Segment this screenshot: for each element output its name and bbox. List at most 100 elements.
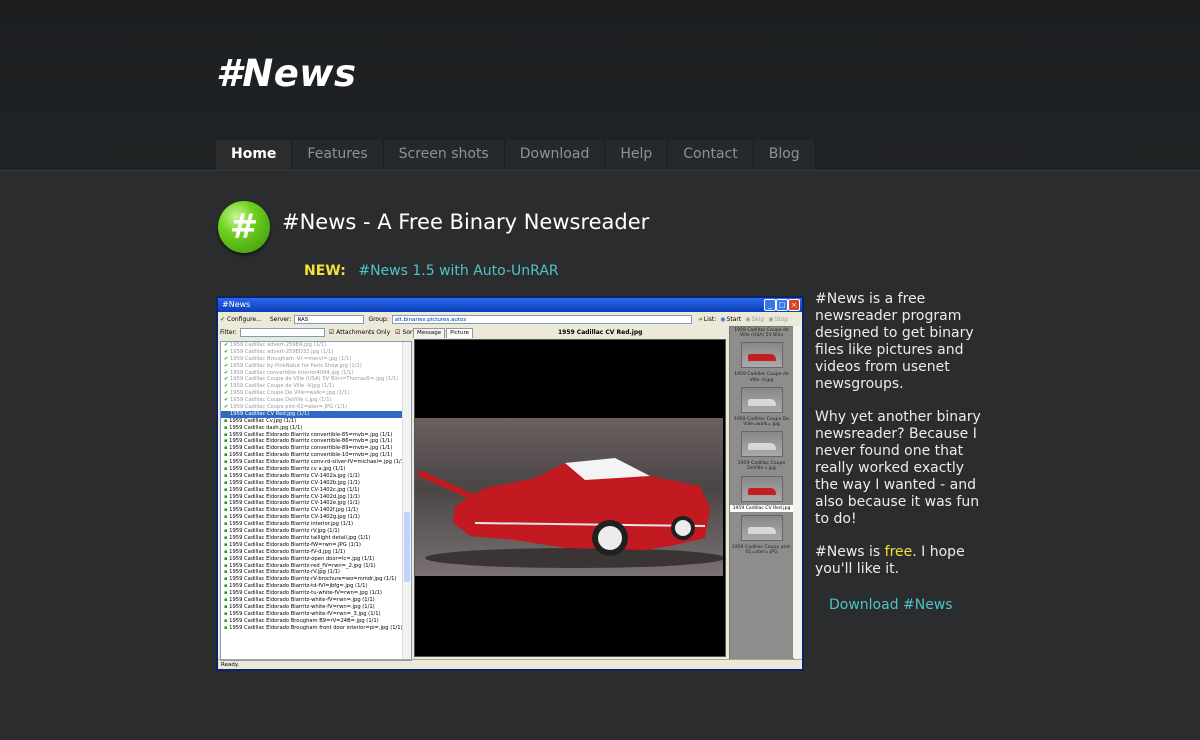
thumbnail-image xyxy=(740,431,783,458)
server-field: RAS xyxy=(294,315,365,324)
list-item: ▪ 1959 Cadillac Eldorado Brougham B9=rV=… xyxy=(221,618,411,625)
configure-button: Configure... xyxy=(227,316,262,323)
news-release-link[interactable]: #News 1.5 with Auto-UnRAR xyxy=(358,263,558,279)
site-header: #News Home Features Screen shots Download He… xyxy=(0,0,1200,171)
list-item: ✔ 1959 Cadillac Coupe de Ville -V.jpg (1… xyxy=(221,383,411,390)
list-item: ▪ 1959 Cadillac Eldorado Biarritz interi… xyxy=(221,521,411,528)
list-item-label: 1959 Cadillac Eldorado Biarritz-td-fVl=j… xyxy=(229,583,368,590)
configure-icon: ✔ xyxy=(220,316,226,323)
list-item-label: 1959 Cadillac Eldorado Biarritz CV-1402g… xyxy=(229,514,360,521)
list-item: ▪ 1959 Cadillac Eldorado Biarritz CV-140… xyxy=(221,507,411,514)
app-screenshot[interactable]: #News _ □ × ✔ Configure... Server: RAS G… xyxy=(216,296,804,671)
download-link[interactable]: Download #News xyxy=(829,597,953,613)
attachments-label: Attachments Only xyxy=(336,329,391,336)
nav-item-contact[interactable]: Contact xyxy=(668,140,754,170)
picture-title: 1959 Cadillac CV Red.jpg xyxy=(558,329,643,336)
window-title: #News xyxy=(222,300,251,309)
thumbnail-strip: 1959 Cadillac Coupe de Ville (USA) 5V Bl… xyxy=(729,326,794,660)
page-title: #News - A Free Binary Newsreader xyxy=(282,210,650,234)
list-scrollbar xyxy=(402,342,411,660)
list-item-label: 1959 Cadillac Eldorado Biarritz converti… xyxy=(229,452,393,459)
list-item: ▪ 1959 Cadillac Eldorado Biarritz-rV-bro… xyxy=(221,576,411,583)
list-item-label: 1959 Cadillac Coupe De Ville=walk=.jpg (… xyxy=(230,390,350,397)
list-arrow-icon: ➜ xyxy=(697,316,703,323)
list-item: ✔ 1959 Cadillac Coupe de Ville (USA) 5V … xyxy=(221,376,411,383)
list-item: ▪ 1959 Cadillac Eldorado Biarritz conver… xyxy=(221,452,411,459)
nav-item-help[interactable]: Help xyxy=(605,140,669,170)
list-item: ▪ 1959 Cadillac Eldorado Biarritz cv a.j… xyxy=(221,466,411,473)
nav-item-home[interactable]: Home xyxy=(216,140,293,170)
list-item: ▪ 1959 Cadillac Eldorado Biarritz conv-r… xyxy=(221,459,411,466)
list-item-label: 1959 Cadillac advert-259ED32.jpg (1/1) xyxy=(230,348,334,355)
list-item: ✔ 1959 Cadillac CV Red.jpg (1/1) xyxy=(221,410,411,418)
list-item-label: 1959 Cadillac CV Red.jpg (1/1) xyxy=(230,410,310,417)
list-item-label: 1959 Cadillac Eldorado Biarritz cv a.jpg… xyxy=(229,466,346,473)
thumbnail-image xyxy=(740,514,783,541)
list-item-label: 1959 Cadillac Eldorado Biarritz-rV.jpg (… xyxy=(229,569,340,576)
list-item: ▪ 1959 Cadillac Eldorado Biarritz-fW=rwn… xyxy=(221,542,411,549)
list-button: List: xyxy=(703,316,717,323)
group-label: Group: xyxy=(368,316,389,323)
filter-field xyxy=(239,328,325,337)
list-item-label: 1959 Cadillac Eldorado Biarritz tailligh… xyxy=(229,534,371,541)
picture-viewer xyxy=(414,339,726,657)
hash-logo-icon: # xyxy=(218,201,270,253)
list-item: ▪ 1959 Cadillac Eldorado Biarritz CV-140… xyxy=(221,500,411,507)
close-icon: × xyxy=(788,299,800,311)
thumbnail-scrollbar xyxy=(793,326,801,658)
intro-paragraph-2: Why yet another binary newsreader? Becau… xyxy=(815,409,981,527)
list-item: ▪ 1959 Cadillac Eldorado Biarritz CV-140… xyxy=(221,473,411,480)
list-item-label: 1959 Cadillac Eldorado Biarritz CV-1402b… xyxy=(229,479,360,486)
nav-item-screen-shots[interactable]: Screen shots xyxy=(383,140,505,170)
sort-checkbox-icon: ☑ xyxy=(395,329,401,336)
list-item: ▪ 1959 Cadillac Eldorado Biarritz-td-fVl… xyxy=(221,583,411,590)
red-cadillac-image xyxy=(417,458,723,568)
window-titlebar: #News _ □ × xyxy=(218,298,802,312)
thumbnail-caption: 1959 Cadillac Coupe de Ville -V.jpg xyxy=(734,372,789,383)
list-item-label: 1959 Cadillac Eldorado Biarritz CV-1402a… xyxy=(229,472,360,479)
list-item-label: 1959 Cadillac Eldorado Biarritz-tu-white… xyxy=(229,590,382,597)
list-item-label: 1959 Cadillac convertible interior4094.j… xyxy=(230,369,354,376)
list-item: ▪ 1959 Cadillac Eldorado Biarritz conver… xyxy=(221,432,411,439)
list-item-label: 1959 Cadillac Eldorado Biarritz CV-1402d… xyxy=(229,493,360,500)
list-item: ▪ 1959 Cadillac dash.jpg (1/1) xyxy=(221,425,411,432)
list-item: ✔ 1959 Cadillac Coupe DeVille c.jpg (1/1… xyxy=(221,397,411,404)
site-title[interactable]: #News xyxy=(216,52,357,95)
thumbnail-image xyxy=(740,342,783,369)
list-item-label: 1959 Cadillac Coupe de Ville (USA) 5V Bl… xyxy=(230,376,399,383)
nav-item-blog[interactable]: Blog xyxy=(753,140,816,170)
nav-item-download[interactable]: Download xyxy=(504,140,606,170)
list-item: ✔ 1959 Cadillac advert-259ED32.jpg (1/1) xyxy=(221,349,411,356)
list-item-label: 1959 Cadillac advert-259EA.jpg (1/1) xyxy=(230,342,327,348)
list-item: ▪ 1959 Cadillac Eldorado Biarritz-white-… xyxy=(221,604,411,611)
start-icon: ◉ xyxy=(720,316,726,323)
skip-button: Skip xyxy=(751,316,765,323)
list-item: ▪ 1959 Cadillac Eldorado Biarritz CV-140… xyxy=(221,514,411,521)
list-item: ✔ 1959 Cadillac by PinkNatut for Paris S… xyxy=(221,363,411,370)
list-item: ▪ 1959 Cadillac Eldorado Biarritz rV.jpg… xyxy=(221,528,411,535)
list-item: ▪ 1959 Cadillac Eldorado Brougham front … xyxy=(221,625,411,632)
list-item: ▪ 1959 Cadillac Eldorado Biarritz CV-140… xyxy=(221,487,411,494)
list-item: ▪ 1959 Cadillac Eldorado Biarritz CV-140… xyxy=(221,480,411,487)
thumbnail-caption: 1959 Cadillac Coupe De Ville=walk=.jpg xyxy=(733,416,790,428)
maximize-icon: □ xyxy=(776,299,788,311)
intro-paragraph-1: #News is a free newsreader program desig… xyxy=(815,291,974,392)
intro-paragraph-3: #News is free. I hope you'll like it. xyxy=(815,544,983,578)
list-item: ✔ 1959 Cadillac Coupe pint-01=ater=.JPG … xyxy=(221,404,411,411)
stop-button: Stop xyxy=(774,316,789,323)
list-item-label: 1959 Cadillac dash.jpg (1/1) xyxy=(229,424,303,431)
filter-row: Filter: ☑ Attachments Only ☑ Sort xyxy=(220,328,415,337)
news-announcement: NEW: #News 1.5 with Auto-UnRAR xyxy=(304,263,559,279)
list-item-label: 1959 Cadillac Eldorado Biarritz conv-rd-… xyxy=(229,459,407,466)
thumbnail-caption: 1959 Cadillac Coupe DeVille c.jpg xyxy=(737,461,786,472)
list-item: ▪ 1959 Cadillac Eldorado Biarritz tailli… xyxy=(221,535,411,542)
list-item: ▪ 1959 Cadillac Eldorado Biarritz conver… xyxy=(221,438,411,445)
intro-text: #News is a free newsreader program desig… xyxy=(815,291,983,594)
filter-label: Filter: xyxy=(220,329,237,336)
start-button: Start xyxy=(726,316,742,323)
list-item-label: 1959 Cadillac Eldorado Biarritz converti… xyxy=(229,431,393,438)
nav-item-features[interactable]: Features xyxy=(292,140,384,170)
list-item-label: 1959 Cadillac Eldorado Biarritz CV-1402c… xyxy=(229,486,360,493)
list-item-label: 1959 Cadillac Eldorado Biarritz-white-fV… xyxy=(229,596,375,603)
thumbnail-image xyxy=(740,386,783,413)
